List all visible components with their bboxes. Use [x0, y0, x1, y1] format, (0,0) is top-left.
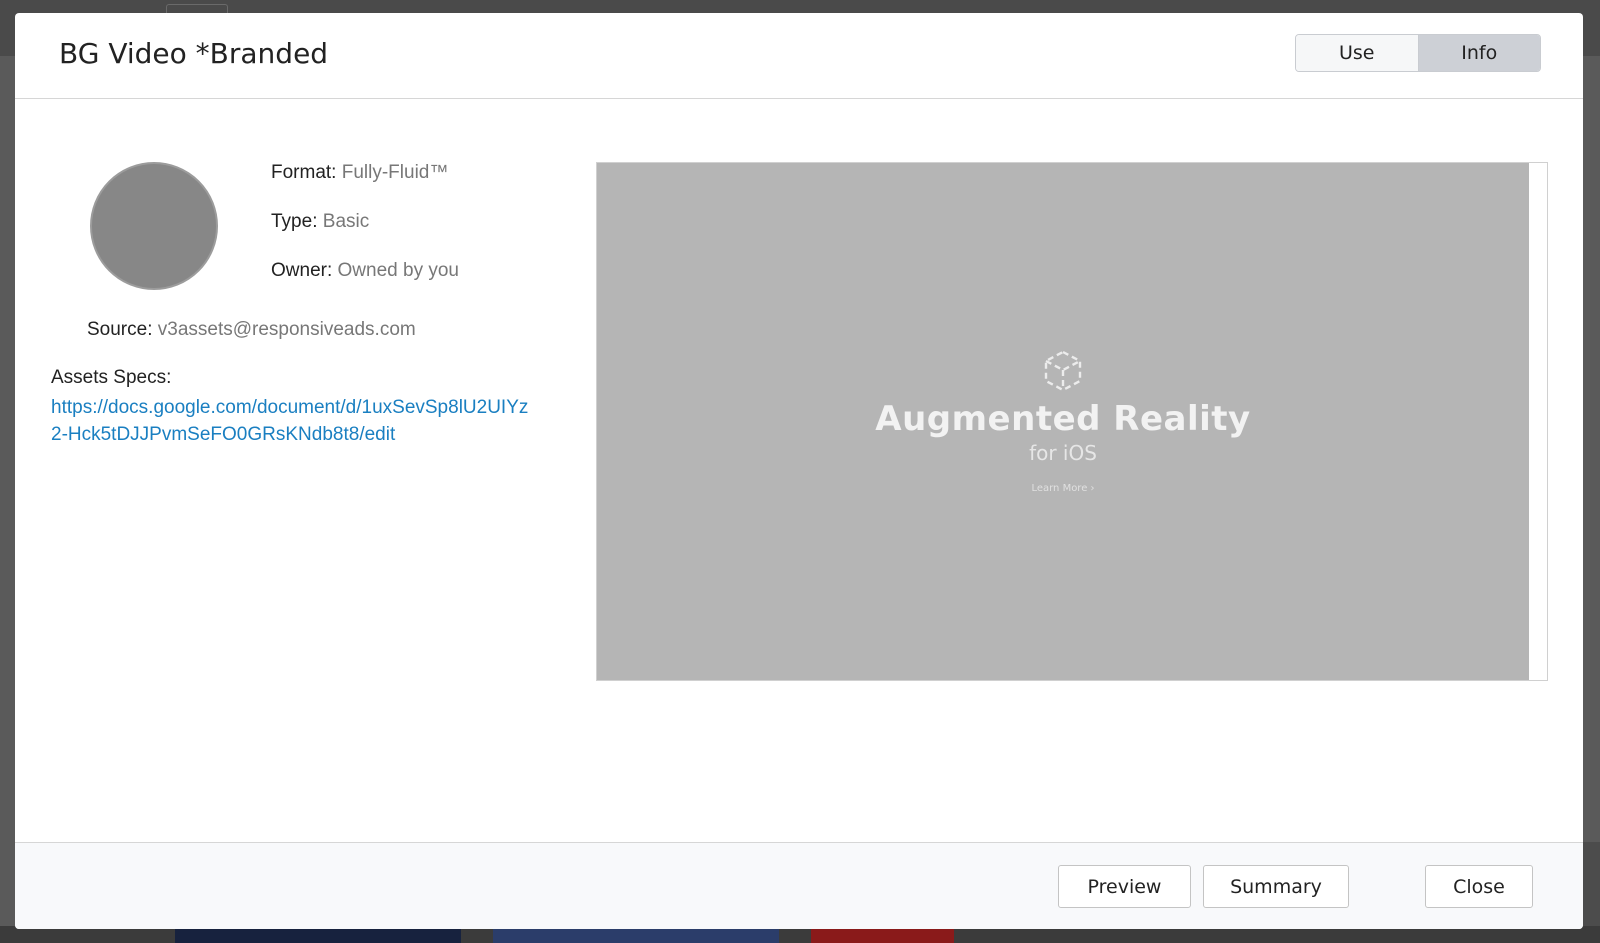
owner-label: Owner: — [271, 260, 333, 281]
type-row: Type: Basic — [271, 211, 369, 233]
modal-body: Format: Fully-Fluid™ Type: Basic Owner: … — [15, 99, 1583, 855]
template-info-modal: BG Video *Branded Use Info Format: Fully… — [15, 13, 1583, 929]
template-preview-frame: Augmented Reality for iOS Learn More › — [596, 162, 1548, 681]
preview-learn-more: Learn More › — [1031, 483, 1095, 494]
background-edge-text — [0, 16, 12, 42]
format-value: Fully-Fluid™ — [341, 162, 449, 183]
source-label: Source: — [87, 319, 153, 340]
tab-info[interactable]: Info — [1417, 35, 1540, 71]
source-row: Source: v3assets@responsiveads.com — [87, 319, 416, 341]
modal-header: BG Video *Branded Use Info — [15, 13, 1583, 99]
view-toggle: Use Info — [1295, 34, 1541, 72]
tab-use[interactable]: Use — [1296, 35, 1418, 71]
format-row: Format: Fully-Fluid™ — [271, 162, 448, 184]
preview-button[interactable]: Preview — [1058, 865, 1191, 908]
type-value: Basic — [322, 211, 370, 232]
owner-row: Owner: Owned by you — [271, 260, 459, 282]
assets-specs-link[interactable]: https://docs.google.com/document/d/1uxSe… — [51, 394, 535, 448]
modal-title: BG Video *Branded — [59, 37, 329, 70]
background-side-panel — [1582, 842, 1600, 926]
format-label: Format: — [271, 162, 337, 183]
background-thumbnail — [175, 928, 461, 943]
preview-subtitle: for iOS — [1029, 441, 1097, 465]
background-thumbnail — [811, 928, 954, 943]
type-label: Type: — [271, 211, 318, 232]
owner-value: Owned by you — [337, 260, 459, 281]
close-button[interactable]: Close — [1425, 865, 1533, 908]
source-value: v3assets@responsiveads.com — [157, 319, 416, 340]
owner-avatar — [90, 162, 218, 290]
background-thumbnail — [493, 928, 779, 943]
modal-footer: Preview Summary Close — [15, 842, 1583, 929]
ar-cube-icon — [1044, 350, 1082, 392]
preview-title: Augmented Reality — [875, 399, 1251, 439]
assets-specs-label: Assets Specs: — [51, 367, 172, 388]
summary-button[interactable]: Summary — [1203, 865, 1349, 908]
template-preview-image: Augmented Reality for iOS Learn More › — [597, 163, 1529, 680]
